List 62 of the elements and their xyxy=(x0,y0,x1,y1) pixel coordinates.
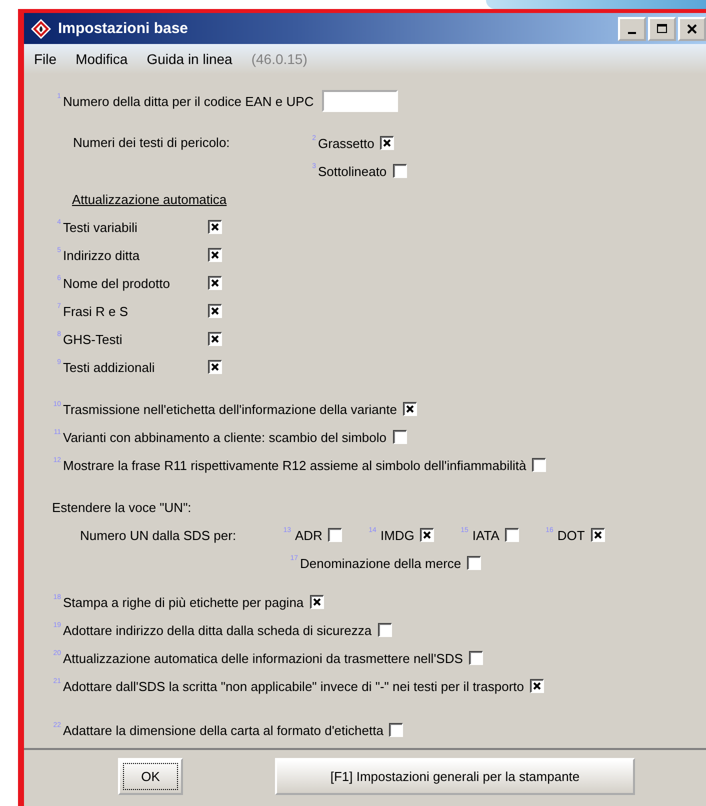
checkbox[interactable] xyxy=(532,458,546,472)
option-label: Testi variabili xyxy=(63,220,138,234)
option-label: Adottare indirizzo della ditta dalla scheda di sicurezza xyxy=(63,622,372,638)
maximize-button[interactable] xyxy=(648,16,676,40)
version-label: (46.0.15) xyxy=(251,51,308,67)
option-label: ADR xyxy=(295,528,322,542)
checkbox[interactable] xyxy=(208,276,222,290)
checkbox[interactable] xyxy=(468,651,483,665)
option-label: Stampa a righe di più etichette per pagina xyxy=(63,594,304,610)
option-label: Mostrare la frase R11 rispettivamente R12 assieme al simbolo dell'infiammabilità xyxy=(63,458,526,472)
option-label: GHS-Testi xyxy=(63,332,124,346)
group-label: Numero UN dalla SDS per: xyxy=(80,528,238,542)
checkbox[interactable] xyxy=(389,723,404,737)
checkbox[interactable] xyxy=(380,136,394,150)
checkbox[interactable] xyxy=(420,528,434,542)
option-label: Frasi R e S xyxy=(63,304,130,318)
minimize-button[interactable] xyxy=(618,16,646,40)
window-title: Impostazioni base xyxy=(58,20,190,37)
checkbox[interactable] xyxy=(208,248,222,262)
group-label: Numeri dei testi di pericolo: xyxy=(73,134,231,152)
option-label: Adattare la dimensione della carta al formato d'etichetta xyxy=(63,722,384,738)
maximize-icon xyxy=(657,24,667,34)
option-label: Grassetto xyxy=(318,136,374,150)
ean-input-field[interactable] xyxy=(322,90,398,112)
hazard-diamond-icon xyxy=(30,18,52,40)
checkbox[interactable] xyxy=(208,360,222,374)
checkbox[interactable] xyxy=(208,304,222,318)
checkbox[interactable] xyxy=(310,595,324,609)
checkbox[interactable] xyxy=(392,430,406,444)
menu-item[interactable]: Guida in linea xyxy=(146,51,232,67)
option-label: Denominazione della merce xyxy=(300,556,462,570)
checkbox[interactable] xyxy=(530,679,544,693)
option-label: Attualizzazione automatica delle informazioni da trasmettere nell'SDS xyxy=(63,650,463,666)
option-label: Sottolineato xyxy=(318,164,387,178)
checkbox[interactable] xyxy=(402,402,417,416)
ok-button[interactable]: OK xyxy=(118,758,183,794)
option-label: Varianti con abbinamento a cliente: scambio del simbolo xyxy=(63,430,386,444)
menu-item[interactable]: Modifica xyxy=(76,51,128,67)
option-label: Adottare dall'SDS la scritta "non applicabile" invece di "-" nei testi per il trasporto xyxy=(63,678,524,694)
printer-settings-button[interactable]: [F1] Impostazioni generali per la stampante xyxy=(275,758,635,794)
checkbox[interactable] xyxy=(378,623,392,637)
option-label: Testi addizionali xyxy=(63,360,156,374)
checkbox[interactable] xyxy=(328,528,342,542)
checkbox[interactable] xyxy=(208,332,222,346)
minimize-icon xyxy=(628,32,636,34)
option-label: IATA xyxy=(472,528,500,542)
checkbox[interactable] xyxy=(590,528,605,542)
checkbox[interactable] xyxy=(208,220,222,234)
checkbox[interactable] xyxy=(392,164,407,178)
option-label: IMDG xyxy=(380,528,414,542)
section-heading: Estendere la voce "UN": xyxy=(51,498,192,516)
checkbox[interactable] xyxy=(505,528,520,542)
option-label: Trasmissione nell'etichetta dell'informazione della variante xyxy=(63,402,397,416)
section-heading: Attualizzazione automatica xyxy=(71,190,227,208)
close-button[interactable] xyxy=(678,16,706,40)
field-label: Numero della ditta per il codice EAN e UPC xyxy=(63,94,314,108)
menu-item[interactable]: File xyxy=(34,51,57,67)
option-label: Indirizzo ditta xyxy=(63,248,141,262)
option-label: DOT xyxy=(557,528,585,542)
option-label: Nome del prodotto xyxy=(63,276,171,290)
close-icon xyxy=(687,24,697,34)
checkbox[interactable] xyxy=(467,556,482,570)
